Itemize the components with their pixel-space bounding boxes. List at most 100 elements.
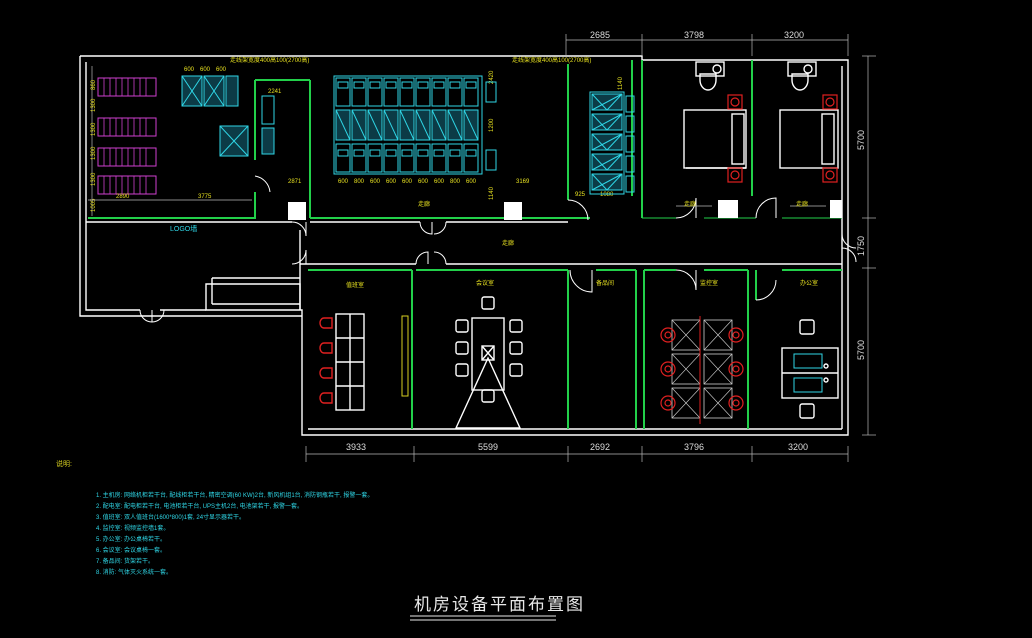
- office-room: [781, 319, 839, 419]
- dim-label: 600: [370, 179, 381, 185]
- rack-bottom: [463, 143, 479, 173]
- notes-heading: 说明:: [56, 459, 72, 468]
- rack-top-indicator: [433, 81, 445, 89]
- dim-label: 3200: [788, 442, 808, 452]
- dim-label: 600: [466, 179, 477, 185]
- rack-dims: 600 800 600 600 600 600 600 800 600: [338, 179, 477, 185]
- workstation-cross: [671, 353, 701, 385]
- dim-label: 1750: [856, 236, 866, 256]
- rack-top-indicator: [401, 81, 413, 89]
- door-swing: [419, 221, 447, 235]
- door-swing: [675, 197, 697, 219]
- rack-bottom-indicator: [353, 149, 365, 157]
- dim-label: 600: [216, 67, 227, 73]
- dim-label: 800: [450, 179, 461, 185]
- dim-label: 1300: [91, 122, 97, 136]
- chair-icon: [509, 341, 523, 355]
- dim-label: 1080: [600, 192, 614, 198]
- rack-bottom: [447, 143, 463, 173]
- chair-icon: [455, 319, 469, 333]
- chair-icon: [728, 395, 744, 411]
- room-label: 备品间: [596, 279, 614, 287]
- rack-bottom-indicator: [401, 149, 413, 157]
- rack-top-indicator: [417, 81, 429, 89]
- duty-room: [319, 313, 409, 411]
- chair-icon: [728, 327, 744, 343]
- room-label: 办公室: [800, 279, 818, 287]
- rack-bottom-indicator: [465, 149, 477, 157]
- dim-label: 600: [338, 179, 349, 185]
- rack-bottom: [335, 143, 351, 173]
- chair-icon: [660, 395, 676, 411]
- dim-label: 3200: [784, 30, 804, 40]
- dim-label: 2890: [116, 194, 130, 200]
- dim-label: 5700: [856, 340, 866, 360]
- note-line: 1. 主机房: 网络机柜若干台, 配线柜若干台, 精密空调(60 KW)2台, …: [96, 491, 373, 499]
- dim-label: 2871: [288, 179, 302, 185]
- chair-icon: [455, 363, 469, 377]
- rack-bottom-indicator: [417, 149, 429, 157]
- room-label: 走廊: [418, 200, 430, 208]
- dim-label: 600: [418, 179, 429, 185]
- rack-bottom: [367, 143, 383, 173]
- dim-label: 5700: [856, 130, 866, 150]
- chair-seat-icon: [732, 331, 740, 339]
- chair-icon: [728, 361, 744, 377]
- dim-label: 1200: [489, 118, 495, 132]
- chair-icon: [509, 319, 523, 333]
- chair-icon: [660, 361, 676, 377]
- room-label: 走廊: [502, 239, 514, 247]
- dim-label: 600: [386, 179, 397, 185]
- dim-label: 2692: [590, 442, 610, 452]
- dim-label: 1300: [91, 172, 97, 186]
- room-label: 值班室: [346, 281, 364, 289]
- dimension-top: 2685 3798 3200: [565, 30, 849, 56]
- note-line: 7. 备品间: 货架若干。: [96, 557, 154, 565]
- door-swing: [415, 251, 447, 265]
- rack-top-indicator: [385, 81, 397, 89]
- dim-label: 600: [200, 67, 211, 73]
- rack-bottom-indicator: [385, 149, 397, 157]
- dim-label: 3169: [516, 179, 530, 185]
- room-label: 走廊: [796, 200, 808, 208]
- ac-units: [589, 91, 635, 195]
- room-label: 走廊: [684, 200, 696, 208]
- dim-label: 600: [434, 179, 445, 185]
- dim-label: 925: [575, 192, 586, 198]
- dim-label: 3775: [198, 194, 212, 200]
- chair-icon: [660, 327, 676, 343]
- dim-label: 800: [354, 179, 365, 185]
- tray-label: 走线架宽度400高100(2700高): [512, 56, 591, 64]
- dim-label: 860: [91, 79, 97, 90]
- door-swing: [254, 175, 271, 193]
- chair-seat-icon: [664, 399, 672, 407]
- rack-bottom-indicator: [337, 149, 349, 157]
- rack-bottom-indicator: [449, 149, 461, 157]
- dim-label: 3796: [684, 442, 704, 452]
- dim-label: 2685: [590, 30, 610, 40]
- rack-top-indicator: [353, 81, 365, 89]
- rack-bottom: [351, 143, 367, 173]
- door-swing: [755, 197, 777, 219]
- chair-icon: [481, 296, 495, 310]
- chair-icon: [455, 341, 469, 355]
- door-swing: [291, 249, 307, 265]
- chair-icon: [319, 342, 333, 354]
- chair-icon: [319, 367, 333, 379]
- dim-label: 2241: [268, 89, 282, 95]
- rack-bottom: [399, 143, 415, 173]
- chair-icon: [319, 317, 333, 329]
- room-label: 监控室: [700, 279, 718, 287]
- rack-bottom-indicator: [369, 149, 381, 157]
- chair-icon: [319, 392, 333, 404]
- drawing-title: 机房设备平面布置图: [414, 595, 585, 615]
- rack-top-indicator: [465, 81, 477, 89]
- dim-label: 1140: [618, 76, 624, 90]
- dim-label: 600: [184, 67, 195, 73]
- dim-label: 5599: [478, 442, 498, 452]
- door-swing: [755, 279, 777, 301]
- door-swing: [675, 269, 697, 291]
- floor-plan: 860 1300 1300 1300 1300 1005 600 600 600…: [56, 30, 876, 621]
- dim-label: 3798: [684, 30, 704, 40]
- workstation-cross: [703, 387, 733, 419]
